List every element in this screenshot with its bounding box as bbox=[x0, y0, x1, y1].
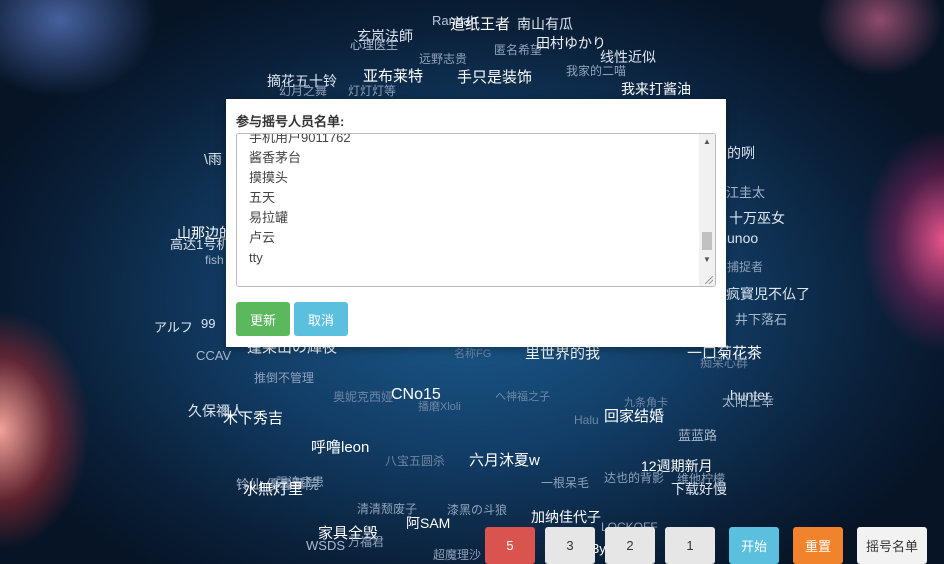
cloud-name-word: 漆黑の斗狼 bbox=[447, 503, 508, 517]
cloud-name-word: 推倒不管理 bbox=[254, 371, 315, 385]
cloud-name-word: 匿名希望 bbox=[494, 43, 543, 57]
cloud-name-word: CCAV bbox=[196, 348, 232, 363]
cloud-name-word: 线性近似 bbox=[600, 49, 656, 65]
cloud-name-word: 捕捉者 bbox=[727, 260, 764, 274]
cloud-name-word: 我来打酱油 bbox=[621, 81, 691, 97]
cloud-name-word: 南山有瓜 bbox=[517, 16, 573, 32]
cancel-button[interactable]: 取消 bbox=[294, 302, 348, 336]
cloud-name-word: 亚布莱特 bbox=[363, 68, 424, 85]
cloud-name-word: 十万巫女 bbox=[729, 210, 785, 226]
cloud-name-word: 奥妮克西娅 bbox=[333, 390, 394, 404]
resize-grip-icon[interactable] bbox=[705, 276, 713, 284]
cloud-name-word: 心疯寳児不仏了 bbox=[712, 286, 810, 302]
scroll-up-icon[interactable]: ▲ bbox=[699, 134, 715, 150]
cloud-name-word: 江圭太 bbox=[726, 185, 766, 200]
participant-name-line: 五天 bbox=[249, 190, 276, 205]
update-button[interactable]: 更新 bbox=[236, 302, 290, 336]
cloud-name-word: 痴呆心群 bbox=[700, 356, 749, 370]
cloud-name-word: 灯灯灯等 bbox=[348, 84, 397, 98]
cloud-name-word: アルフ bbox=[154, 320, 193, 335]
list-scrollbar[interactable]: ▲ ▼ bbox=[699, 134, 715, 286]
cloud-name-word: 达也的背影 bbox=[604, 471, 665, 485]
cloud-name-word: 里世界的我 bbox=[525, 345, 601, 362]
scroll-thumb[interactable] bbox=[702, 232, 712, 250]
cloud-name-word: 阿SAM bbox=[406, 515, 451, 531]
draw-count-5-button[interactable]: 5 bbox=[485, 527, 535, 564]
cloud-name-word: WSDS bbox=[306, 538, 345, 553]
cloud-name-word: \雨 bbox=[204, 151, 222, 167]
cloud-name-word: 呼噜leon bbox=[311, 439, 370, 456]
cloud-name-word: 木下秀吉 bbox=[223, 410, 284, 427]
cloud-name-word: 水無灯里 bbox=[243, 481, 304, 498]
cloud-name-word: 田村ゆかり bbox=[536, 35, 606, 51]
reset-button[interactable]: 重置 bbox=[793, 527, 843, 564]
cloud-name-word: 蓝蓝路 bbox=[678, 428, 718, 443]
cloud-name-word: 心理医生 bbox=[350, 38, 399, 52]
cloud-name-word: 回家结婚 bbox=[604, 408, 665, 425]
draw-count-2-button[interactable]: 2 bbox=[605, 527, 655, 564]
participant-name-line: 卢云 bbox=[249, 230, 276, 245]
cloud-name-word: 播磨Xloli bbox=[418, 401, 461, 413]
start-button[interactable]: 开始 bbox=[729, 527, 779, 564]
cloud-name-word: 高达1号机 bbox=[170, 237, 230, 252]
cloud-name-word: 清清颓废子 bbox=[357, 502, 418, 516]
cloud-name-word: 我家的二喵 bbox=[566, 64, 627, 78]
lottery-name-list-button[interactable]: 摇号名单 bbox=[857, 527, 927, 564]
participant-list-content: 手机用户9011762 酱香茅台摸摸头五天易拉罐卢云 tty bbox=[249, 133, 351, 268]
cloud-name-word: 井下落石 bbox=[735, 312, 788, 327]
cloud-name-word: 99 bbox=[201, 316, 216, 331]
cloud-name-word: 六月沐夏w bbox=[469, 452, 540, 469]
participant-name-line: 酱香茅台 bbox=[249, 150, 302, 165]
cloud-name-word: 太阳王幸 bbox=[722, 394, 775, 409]
participant-name-line: tty bbox=[249, 250, 263, 265]
cloud-name-word: 名称FG bbox=[454, 348, 492, 360]
cloud-name-word: 超魔理沙 bbox=[433, 548, 482, 562]
scroll-down-icon[interactable]: ▼ bbox=[699, 252, 715, 268]
cloud-name-word: 幻月之舞 bbox=[279, 84, 328, 98]
draw-count-1-button[interactable]: 1 bbox=[665, 527, 715, 564]
draw-count-3-button[interactable]: 3 bbox=[545, 527, 595, 564]
cloud-name-word: 加纳佳代子 bbox=[531, 509, 601, 525]
cloud-name-word: 一根呆毛 bbox=[541, 476, 590, 490]
cloud-name-word: 万福君 bbox=[348, 535, 385, 549]
cloud-name-word: 下载好慢 bbox=[671, 481, 727, 497]
participant-name-line: 摸摸头 bbox=[249, 170, 289, 185]
cloud-name-word: 远野志贵 bbox=[419, 52, 468, 66]
participant-name-line: 易拉罐 bbox=[249, 210, 289, 225]
cloud-name-word: 手只是装饰 bbox=[457, 69, 533, 86]
participant-list-textarea[interactable]: 手机用户9011762 酱香茅台摸摸头五天易拉罐卢云 tty ▲ ▼ bbox=[236, 133, 716, 287]
participant-list-dialog: 参与摇号人员名单: 手机用户9011762 酱香茅台摸摸头五天易拉罐卢云 tty ▲… bbox=[226, 99, 726, 347]
cloud-name-word: 的咧 bbox=[727, 145, 755, 161]
cloud-name-word: ヘ神福之子 bbox=[495, 391, 550, 403]
cloud-name-word: unoo bbox=[727, 230, 759, 246]
cloud-name-word: 八宝五圆杀 bbox=[385, 454, 446, 468]
participant-name-line: 手机用户9011762 bbox=[249, 133, 351, 145]
dialog-title: 参与摇号人员名单: bbox=[236, 114, 345, 129]
cloud-name-word: 道纸王者 bbox=[450, 16, 511, 33]
cloud-name-word: fish bbox=[205, 253, 224, 267]
cloud-name-word: Halu bbox=[574, 413, 599, 427]
